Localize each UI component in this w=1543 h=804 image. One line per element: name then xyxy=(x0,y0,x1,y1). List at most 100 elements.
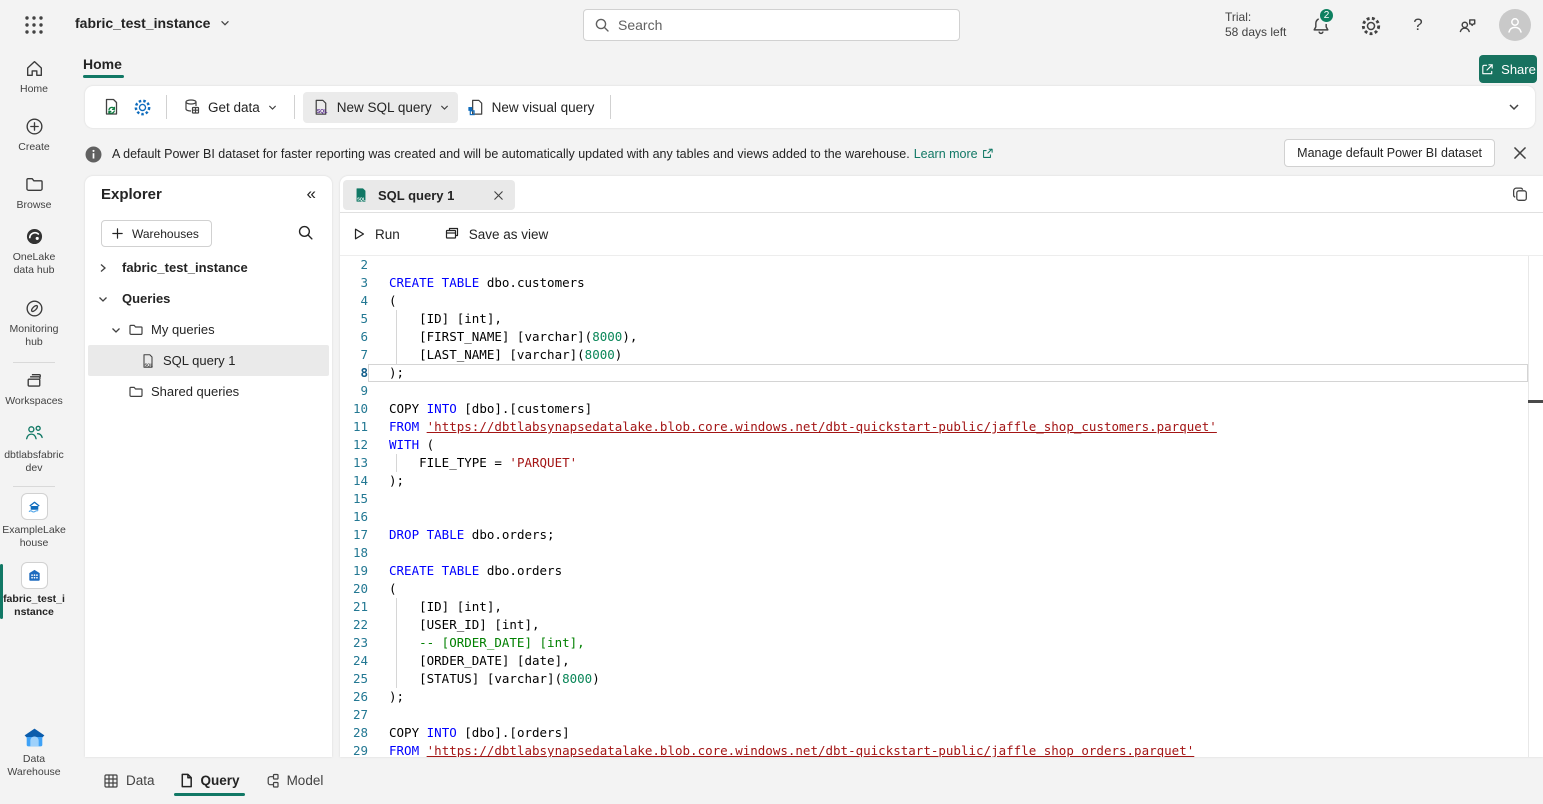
tab-query[interactable]: Query xyxy=(174,765,245,796)
close-tab-icon[interactable] xyxy=(492,189,505,202)
add-warehouses-button[interactable]: Warehouses xyxy=(101,220,212,247)
copy-icon[interactable] xyxy=(1511,185,1530,204)
sidebar-item-workspace-dbtlabsfabricdev[interactable]: dbtlabsfabricdev xyxy=(0,422,68,475)
divider xyxy=(166,95,167,119)
code-line[interactable]: 14); xyxy=(340,472,1528,490)
divider xyxy=(13,362,55,363)
tab-sql-query-1[interactable]: SQL SQL query 1 xyxy=(343,180,515,210)
divider xyxy=(294,95,295,119)
tree-item-shared-queries[interactable]: Shared queries xyxy=(85,376,332,407)
settings-gear-icon[interactable] xyxy=(1360,15,1382,37)
code-line[interactable]: 16 xyxy=(340,508,1528,526)
code-line[interactable]: 20( xyxy=(340,580,1528,598)
code-line[interactable]: 28COPY INTO [dbo].[orders] xyxy=(340,724,1528,742)
plus-circle-icon xyxy=(24,116,45,137)
collapse-panel-icon[interactable]: « xyxy=(307,184,316,204)
banner-close-icon[interactable] xyxy=(1511,144,1529,162)
code-line[interactable]: 8); xyxy=(340,364,1528,382)
chevron-down-icon xyxy=(219,17,231,29)
editor-scrollbar[interactable] xyxy=(1528,256,1543,757)
code-line[interactable]: 19CREATE TABLE dbo.orders xyxy=(340,562,1528,580)
code-line[interactable]: 29FROM 'https://dbtlabsynapsedatalake.bl… xyxy=(340,742,1528,757)
explorer-panel: Explorer « Warehouses fabric_test_instan… xyxy=(85,176,332,757)
manage-dataset-button[interactable]: Manage default Power BI dataset xyxy=(1284,139,1495,167)
code-line-text: ); xyxy=(368,364,1528,382)
line-number: 2 xyxy=(340,256,368,274)
feedback-icon[interactable] xyxy=(1456,15,1478,37)
code-line-text: ( xyxy=(368,292,1528,310)
tab-data[interactable]: Data xyxy=(98,765,160,797)
line-number: 17 xyxy=(340,526,368,544)
code-line-text: FILE_TYPE = 'PARQUET' xyxy=(368,454,1528,472)
line-number: 12 xyxy=(340,436,368,454)
code-line[interactable]: 10COPY INTO [dbo].[customers] xyxy=(340,400,1528,418)
share-button[interactable]: Share xyxy=(1479,55,1537,83)
tab-home[interactable]: Home xyxy=(83,56,122,72)
code-line[interactable]: 22 [USER_ID] [int], xyxy=(340,616,1528,634)
tab-model[interactable]: Model xyxy=(259,765,329,797)
code-line[interactable]: 27 xyxy=(340,706,1528,724)
code-line[interactable]: 11FROM 'https://dbtlabsynapsedatalake.bl… xyxy=(340,418,1528,436)
sidebar-item-onelake-data-hub[interactable]: OneLake data hub xyxy=(0,226,68,277)
learn-more-link[interactable]: Learn more xyxy=(914,147,993,161)
code-line[interactable]: 6 [FIRST_NAME] [varchar](8000), xyxy=(340,328,1528,346)
code-line[interactable]: 23 -- [ORDER_DATE] [int], xyxy=(340,634,1528,652)
divider xyxy=(610,95,611,119)
code-line[interactable]: 17DROP TABLE dbo.orders; xyxy=(340,526,1528,544)
save-as-view-button[interactable]: Save as view xyxy=(436,220,557,248)
collapse-ribbon-icon[interactable] xyxy=(1507,100,1521,114)
code-line-text: FROM 'https://dbtlabsynapsedatalake.blob… xyxy=(368,418,1528,436)
tree-item-sql-query-1[interactable]: SQL SQL query 1 xyxy=(88,345,329,376)
sidebar-item-home[interactable]: Home xyxy=(0,58,68,96)
code-line[interactable]: 3CREATE TABLE dbo.customers xyxy=(340,274,1528,292)
code-line[interactable]: 26); xyxy=(340,688,1528,706)
sidebar-item-examplelakehouse[interactable]: ExampleLakehouse xyxy=(0,493,68,550)
tree-item-queries[interactable]: Queries xyxy=(85,283,332,314)
code-line[interactable]: 24 [ORDER_DATE] [date], xyxy=(340,652,1528,670)
code-line[interactable]: 21 [ID] [int], xyxy=(340,598,1528,616)
sidebar-item-browse[interactable]: Browse xyxy=(0,174,68,212)
code-line[interactable]: 7 [LAST_NAME] [varchar](8000) xyxy=(340,346,1528,364)
search-input[interactable] xyxy=(618,17,949,33)
code-line-text: [ID] [int], xyxy=(368,598,1528,616)
workspace-title-dropdown[interactable]: fabric_test_instance xyxy=(75,15,231,31)
sidebar-item-fabric-test-instance[interactable]: fabric_test_instance xyxy=(0,562,68,619)
sidebar-item-workspaces[interactable]: Workspaces xyxy=(0,370,68,408)
refresh-dataset-button[interactable] xyxy=(95,91,127,123)
code-line[interactable]: 18 xyxy=(340,544,1528,562)
settings-button[interactable] xyxy=(127,92,158,123)
code-line[interactable]: 2 xyxy=(340,256,1528,274)
sidebar-item-monitoring-hub[interactable]: Monitoring hub xyxy=(0,298,68,349)
code-line-text: [FIRST_NAME] [varchar](8000), xyxy=(368,328,1528,346)
external-link-icon xyxy=(981,148,993,160)
code-line[interactable]: 25 [STATUS] [varchar](8000) xyxy=(340,670,1528,688)
new-visual-query-button[interactable]: New visual query xyxy=(458,92,603,123)
code-lines[interactable]: 23CREATE TABLE dbo.customers4(5 [ID] [in… xyxy=(340,256,1528,757)
code-line[interactable]: 15 xyxy=(340,490,1528,508)
code-line[interactable]: 13 FILE_TYPE = 'PARQUET' xyxy=(340,454,1528,472)
code-line[interactable]: 12WITH ( xyxy=(340,436,1528,454)
save-view-icon xyxy=(444,226,460,242)
line-number: 24 xyxy=(340,652,368,670)
sidebar-item-data-warehouse[interactable]: Data Warehouse xyxy=(0,726,68,779)
avatar[interactable] xyxy=(1499,9,1531,41)
code-line[interactable]: 4( xyxy=(340,292,1528,310)
ribbon-toolbar: Get data SQL New SQL query New visual qu… xyxy=(85,86,1535,128)
share-icon xyxy=(1480,62,1495,77)
code-line-text: [LAST_NAME] [varchar](8000) xyxy=(368,346,1528,364)
tree-item-my-queries[interactable]: My queries xyxy=(85,314,332,345)
nav-rail: Home Create Browse OneLake data hub Moni… xyxy=(0,50,68,804)
waffle-menu-icon[interactable] xyxy=(24,15,44,35)
database-icon xyxy=(183,98,201,116)
help-icon[interactable]: ? xyxy=(1410,15,1426,37)
explorer-search-icon[interactable] xyxy=(297,224,314,241)
sidebar-item-create[interactable]: Create xyxy=(0,116,68,154)
code-line[interactable]: 5 [ID] [int], xyxy=(340,310,1528,328)
code-line[interactable]: 9 xyxy=(340,382,1528,400)
get-data-button[interactable]: Get data xyxy=(175,92,286,122)
tree-item-warehouse-root[interactable]: fabric_test_instance xyxy=(85,252,332,283)
svg-text:SQL: SQL xyxy=(316,109,328,115)
new-sql-query-button[interactable]: SQL New SQL query xyxy=(303,92,458,123)
run-button[interactable]: Run xyxy=(344,221,408,248)
trial-status: Trial: 58 days left xyxy=(1225,10,1286,40)
